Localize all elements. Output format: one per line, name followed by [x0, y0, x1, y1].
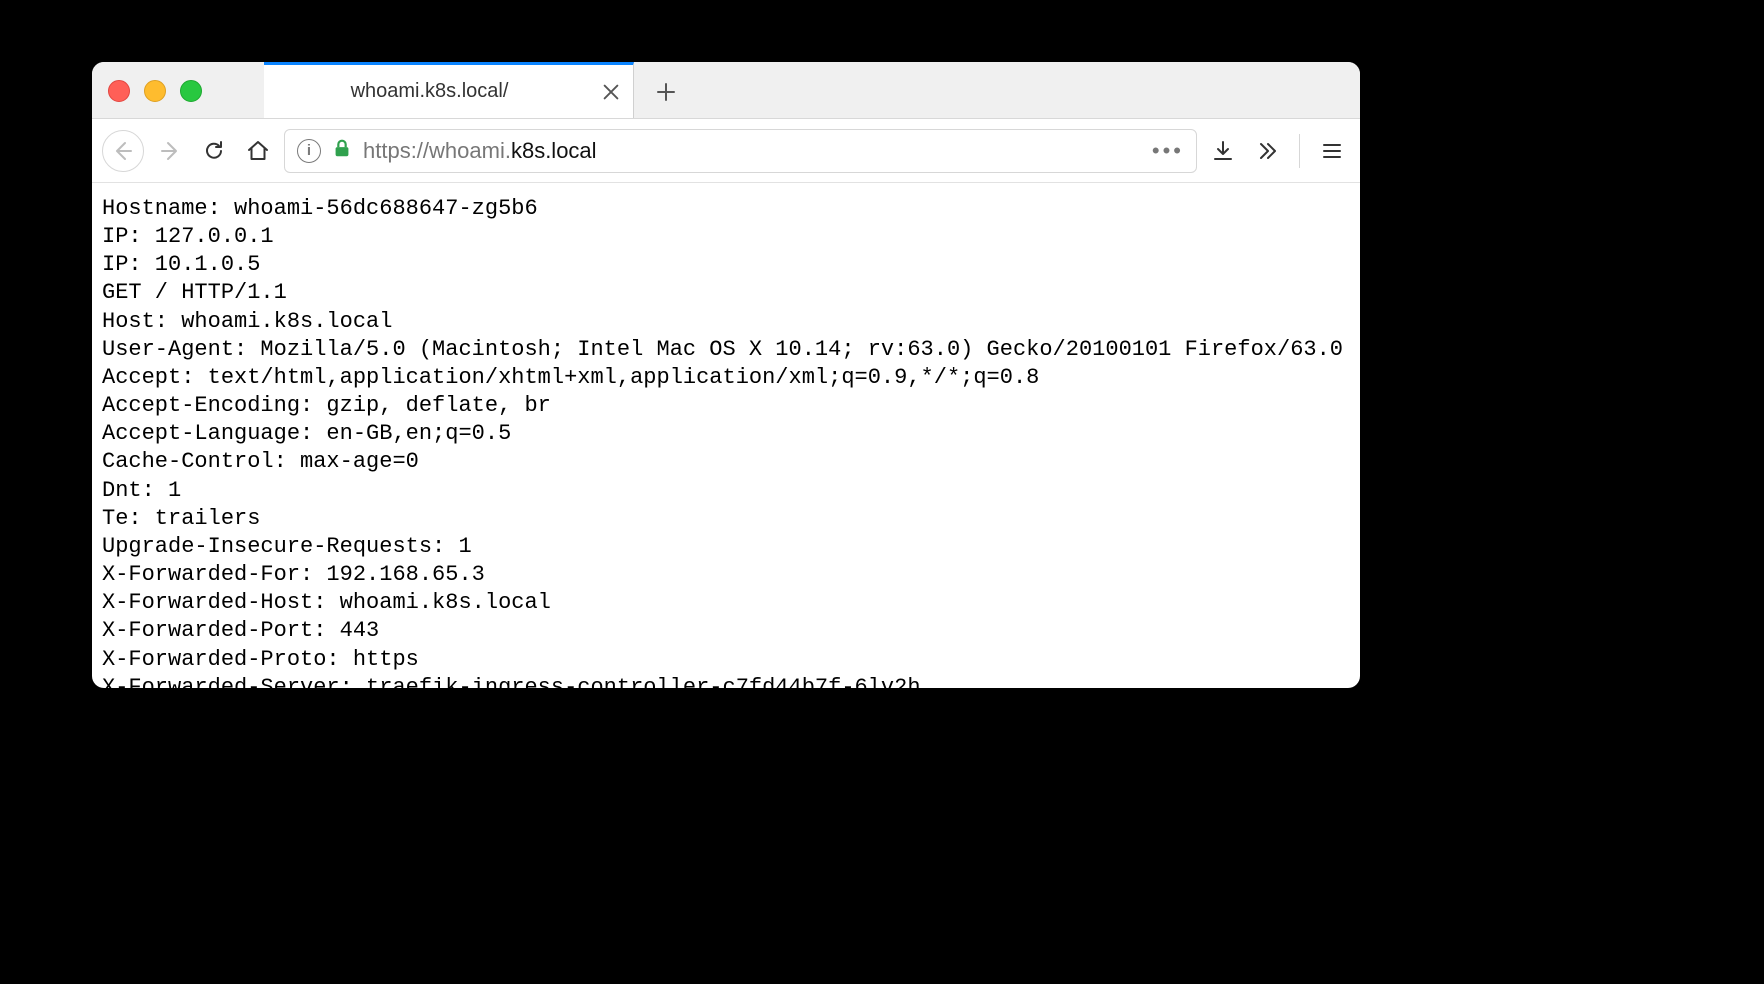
close-tab-button[interactable] — [595, 76, 627, 108]
overflow-button[interactable] — [1249, 131, 1285, 171]
nav-toolbar: i https://whoami.k8s.local ••• — [92, 119, 1360, 183]
info-icon: i — [307, 142, 311, 159]
tab-bar: whoami.k8s.local/ — [92, 62, 1360, 119]
new-tab-button[interactable] — [648, 74, 684, 110]
window-controls — [108, 80, 202, 102]
page-actions-button[interactable]: ••• — [1152, 138, 1184, 164]
forward-button[interactable] — [152, 131, 188, 171]
url-text: https://whoami.k8s.local — [363, 138, 597, 164]
tab-title: whoami.k8s.local/ — [264, 80, 595, 103]
menu-button[interactable] — [1314, 131, 1350, 171]
hamburger-icon — [1320, 139, 1344, 163]
home-button[interactable] — [240, 131, 276, 171]
download-icon — [1211, 139, 1235, 163]
chevron-double-right-icon — [1255, 139, 1279, 163]
active-tab[interactable]: whoami.k8s.local/ — [264, 62, 634, 118]
page-content: Hostname: whoami-56dc688647-zg5b6 IP: 12… — [92, 183, 1360, 688]
back-button[interactable] — [102, 130, 144, 172]
site-info-button[interactable]: i — [297, 139, 321, 163]
browser-window: whoami.k8s.local/ i — [92, 62, 1360, 688]
plus-icon — [654, 80, 678, 104]
home-icon — [246, 139, 270, 163]
url-prefix: https://whoami. — [363, 138, 511, 163]
address-bar[interactable]: i https://whoami.k8s.local ••• — [284, 129, 1197, 173]
url-host: k8s.local — [511, 138, 597, 163]
toolbar-separator — [1299, 134, 1300, 168]
minimize-window-button[interactable] — [144, 80, 166, 102]
fullscreen-window-button[interactable] — [180, 80, 202, 102]
downloads-button[interactable] — [1205, 131, 1241, 171]
reload-button[interactable] — [196, 131, 232, 171]
arrow-left-icon — [111, 139, 135, 163]
reload-icon — [202, 139, 226, 163]
close-window-button[interactable] — [108, 80, 130, 102]
close-icon — [600, 81, 622, 103]
arrow-right-icon — [158, 139, 182, 163]
lock-icon — [331, 137, 353, 164]
